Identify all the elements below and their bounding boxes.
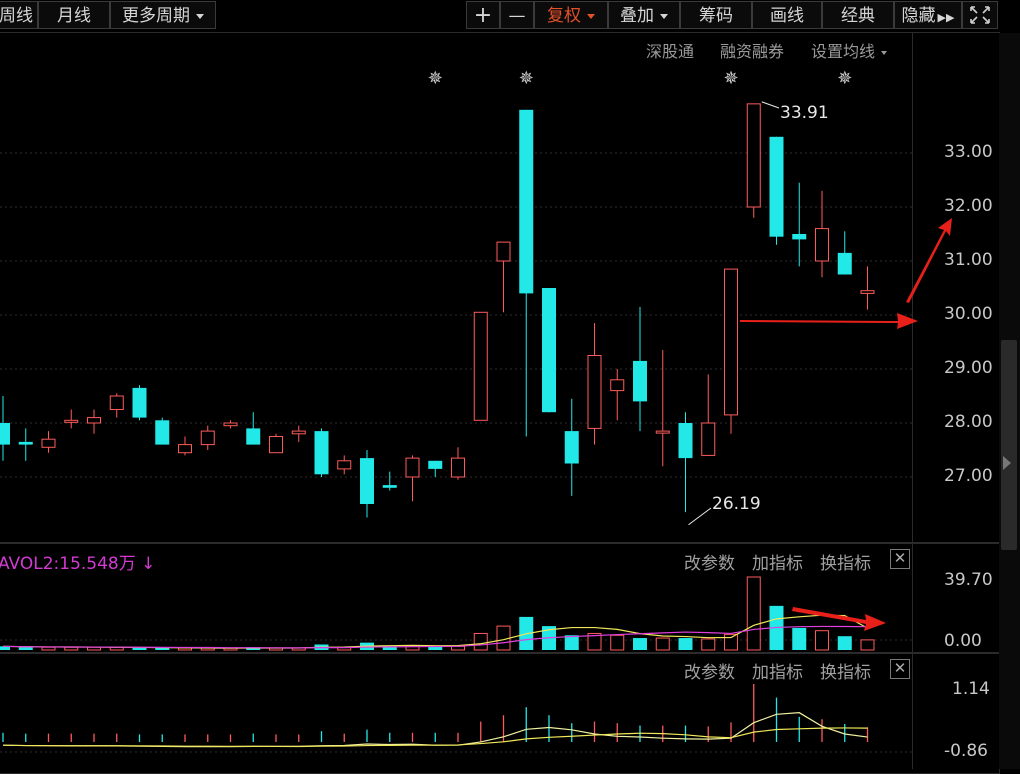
- candle-body: [109, 395, 124, 410]
- event-marker-icon: ✵: [837, 68, 852, 89]
- candle-body: [564, 431, 579, 464]
- candle-body: [746, 103, 761, 208]
- volume-bar: [64, 646, 79, 651]
- candle-body: [155, 420, 170, 445]
- volume-bar: [564, 635, 579, 650]
- volume-bar: [724, 633, 738, 651]
- candle-body: [724, 268, 738, 416]
- candle-body: [655, 430, 670, 434]
- volume-bar: [792, 627, 807, 650]
- volume-bar: [610, 634, 625, 651]
- volume-bar: [473, 632, 488, 651]
- candle-body: [18, 441, 33, 445]
- candle-body: [291, 430, 306, 435]
- candle-body: [41, 438, 56, 448]
- candle-body: [87, 417, 101, 424]
- candle-body: [0, 423, 10, 445]
- candle-body: [815, 228, 829, 262]
- volume-bar: [132, 648, 147, 650]
- candle-body: [428, 460, 443, 469]
- candle-body: [269, 436, 283, 454]
- volume-bar: [41, 646, 56, 651]
- low-pointer: [688, 507, 712, 526]
- candle-body: [200, 430, 215, 446]
- candle-body: [246, 428, 261, 445]
- red-arrow-icon: [792, 607, 886, 631]
- candle-body: [178, 444, 192, 454]
- candle-body: [678, 423, 693, 459]
- volume-bar: [815, 630, 829, 651]
- candle-body: [223, 422, 238, 427]
- candle-body: [314, 431, 329, 475]
- volume-bar: [155, 648, 170, 650]
- candle-body: [701, 422, 716, 456]
- candle-body: [360, 458, 374, 504]
- candle-body: [792, 234, 807, 240]
- candle-body: [837, 252, 852, 275]
- candle-body: [337, 460, 352, 470]
- candle-body: [451, 457, 465, 478]
- high-pointer: [761, 101, 780, 109]
- candle-body: [132, 387, 147, 418]
- candle-body: [587, 355, 602, 429]
- kline-chart[interactable]: ✵ ✵ ✵ ✵: [0, 0, 1020, 769]
- volume-bar: [18, 647, 33, 650]
- candle-body: [542, 288, 556, 413]
- volume-bar: [655, 637, 670, 651]
- volume-bar: [837, 636, 852, 650]
- candle-body: [610, 379, 625, 392]
- candle-body: [633, 360, 647, 402]
- candle-body: [64, 419, 79, 423]
- candle-body: [769, 136, 784, 237]
- volume-bar: [633, 638, 647, 650]
- event-marker-icon: ✵: [723, 68, 738, 89]
- candle-body: [496, 241, 511, 262]
- volume-bar: [746, 576, 761, 651]
- volume-bar: [701, 638, 716, 651]
- candle-body: [519, 109, 534, 294]
- candle-body: [473, 311, 488, 421]
- volume-bar: [678, 638, 693, 650]
- candle-body: [382, 485, 397, 488]
- volume-bar: [860, 639, 875, 651]
- event-marker-icon: ✵: [428, 68, 443, 89]
- red-arrow-icon: [906, 218, 952, 303]
- event-marker-icon: ✵: [519, 68, 534, 89]
- candle-body: [860, 290, 875, 294]
- candle-body: [405, 457, 420, 478]
